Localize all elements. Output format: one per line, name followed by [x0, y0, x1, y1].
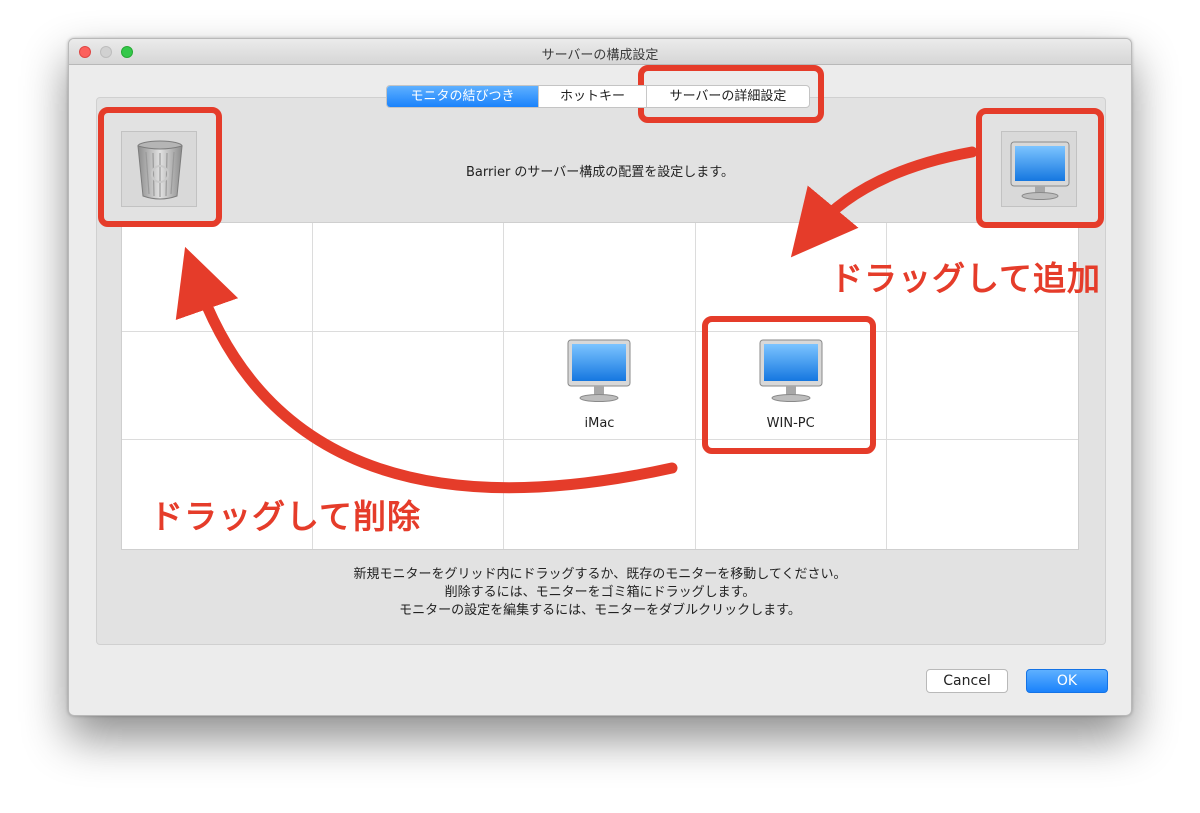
annotation-add-label: ドラッグして追加 — [830, 259, 1102, 298]
grid-cell[interactable] — [504, 440, 696, 549]
tab-hotkeys[interactable]: ホットキー — [539, 86, 647, 107]
annotation-highlight-new-monitor — [976, 108, 1104, 228]
grid-cell[interactable] — [313, 331, 505, 441]
annotation-delete-label: ドラッグして削除 — [150, 497, 422, 536]
instruction-line: モニターの設定を編集するには、モニターをダブルクリックします。 — [399, 603, 801, 618]
screen-imac[interactable]: iMac — [504, 338, 694, 431]
grid-cell[interactable] — [886, 332, 1078, 441]
grid-cell[interactable] — [887, 440, 1078, 549]
instruction-line: 削除するには、モニターをゴミ箱にドラッグします。 — [444, 585, 756, 600]
grid-cell[interactable] — [122, 223, 314, 332]
title-bar[interactable]: サーバーの構成設定 — [69, 39, 1131, 65]
grid-cell[interactable] — [696, 440, 887, 549]
grid-cell[interactable] — [504, 223, 696, 332]
layout-description: Barrier のサーバー構成の配置を設定します。 — [465, 165, 734, 180]
cancel-button[interactable]: Cancel — [926, 669, 1008, 693]
annotation-highlight-trash — [98, 107, 222, 227]
tab-advanced-settings[interactable]: サーバーの詳細設定 — [647, 86, 809, 107]
grid-cell[interactable] — [313, 223, 505, 332]
grid-cell-imac[interactable]: iMac — [504, 331, 696, 441]
screen-name-label: iMac — [584, 415, 615, 431]
window-title: サーバーの構成設定 — [541, 48, 659, 63]
instruction-line: 新規モニターをグリッド内にドラッグするか、既存のモニターを移動してください。 — [353, 567, 847, 582]
tab-screen-links[interactable]: モニタの結びつき — [387, 86, 539, 107]
monitor-icon — [567, 339, 631, 402]
ok-button[interactable]: OK — [1026, 669, 1108, 693]
instructions-text: 新規モニターをグリッド内にドラッグするか、既存のモニターを移動してください。 削… — [69, 566, 1131, 620]
annotation-highlight-win-pc — [702, 316, 876, 454]
tab-bar: モニタの結びつき ホットキー サーバーの詳細設定 — [386, 85, 810, 108]
server-config-window: サーバーの構成設定 モニタの結びつき ホットキー サーバーの詳細設定 Barri… — [68, 38, 1132, 716]
grid-cell[interactable] — [122, 331, 314, 441]
